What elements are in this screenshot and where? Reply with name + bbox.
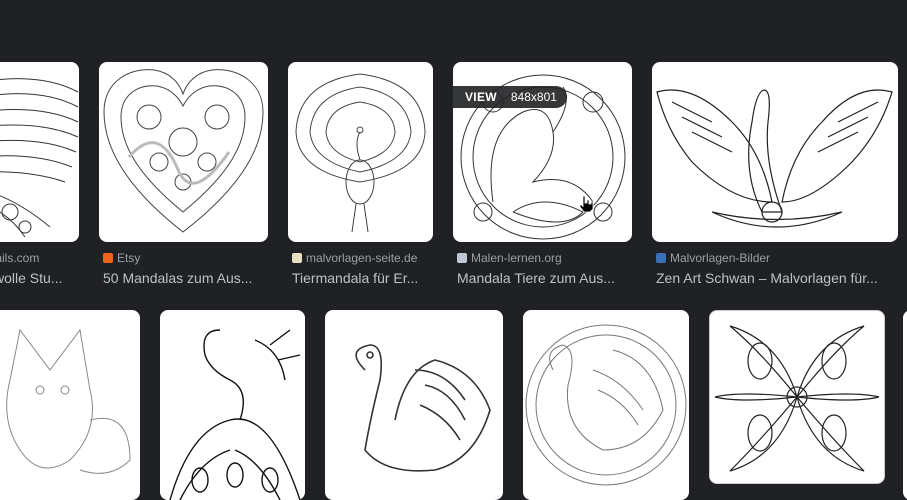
result-image-8[interactable] — [325, 310, 503, 500]
result-source-2[interactable]: Etsy — [103, 251, 140, 265]
result-source-4[interactable]: Malen-lernen.org — [457, 251, 562, 265]
result-image-1[interactable] — [0, 62, 79, 242]
swan-circle-mandala-drawing — [525, 324, 687, 486]
malen-lernen-favicon-icon — [457, 253, 467, 263]
result-image-4[interactable]: VIEW 848x801 — [453, 62, 632, 242]
result-source-5[interactable]: Malvorlagen-Bilder — [656, 251, 770, 265]
result-source-1[interactable]: tails.com — [0, 251, 39, 265]
result-title-2[interactable]: 50 Mandalas zum Aus... — [103, 270, 273, 286]
hover-info-badge[interactable]: VIEW 848x801 — [453, 86, 567, 108]
result-image-5[interactable] — [652, 62, 898, 242]
result-image-3[interactable] — [288, 62, 433, 242]
result-title-4[interactable]: Mandala Tiere zum Aus... — [457, 270, 637, 286]
hand-cursor-icon — [578, 195, 594, 213]
result-title-1[interactable]: wolle Stu... — [0, 270, 80, 286]
result-image-9[interactable] — [523, 310, 689, 500]
zen-swan-drawing — [656, 89, 893, 228]
result-image-11[interactable] — [903, 310, 907, 500]
source-text: Malen-lernen.org — [471, 251, 562, 265]
result-source-3[interactable]: malvorlagen-seite.de — [292, 251, 417, 265]
source-text: Etsy — [117, 251, 141, 265]
image-dimensions: 848x801 — [510, 90, 557, 104]
heart-mandala-drawing — [103, 69, 264, 233]
source-text: malvorlagen-seite.de — [306, 251, 418, 265]
source-text: tails.com — [0, 251, 40, 265]
swan-pattern-mandala-drawing — [714, 325, 880, 472]
result-image-6[interactable] — [0, 310, 140, 500]
malvorlagen-bilder-favicon-icon — [656, 253, 666, 263]
result-title-3[interactable]: Tiermandala für Er... — [292, 270, 437, 286]
result-title-5[interactable]: Zen Art Schwan – Malvorlagen für... — [656, 270, 901, 286]
etsy-favicon-icon — [103, 253, 113, 263]
peacock-mandala-drawing — [295, 73, 426, 233]
source-text: Malvorlagen-Bilder — [670, 251, 771, 265]
result-image-2[interactable] — [99, 62, 268, 242]
feather-wing-drawing — [0, 78, 79, 238]
result-image-10[interactable] — [709, 310, 885, 484]
result-image-7[interactable] — [160, 310, 305, 500]
peacock-drawing — [169, 329, 301, 500]
fox-mandala-drawing — [6, 328, 131, 474]
view-label[interactable]: VIEW — [465, 90, 497, 104]
swan-drawing — [355, 344, 491, 472]
malvorlagen-seite-favicon-icon — [292, 253, 302, 263]
